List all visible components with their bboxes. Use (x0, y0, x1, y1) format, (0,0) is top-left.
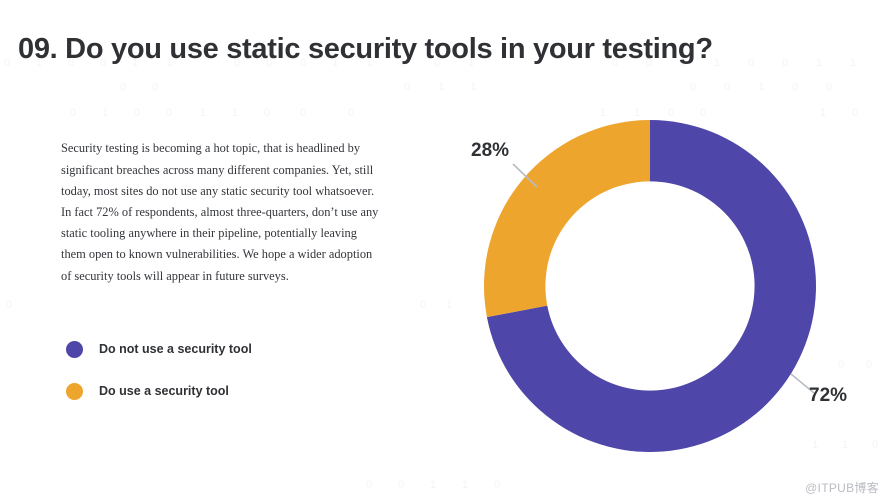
binary-digit: 0 (134, 107, 141, 119)
binary-digit: 1 (200, 107, 207, 119)
legend-item-do-use[interactable]: Do use a security tool (66, 370, 252, 412)
binary-digit: 1 (714, 57, 721, 69)
legend-swatch-orange-icon (66, 382, 83, 400)
binary-digit: 0 (6, 299, 13, 311)
legend-label-do-use: Do use a security tool (99, 384, 229, 398)
body-paragraph: Security testing is becoming a hot topic… (61, 141, 379, 283)
binary-digit: 0 (70, 107, 77, 119)
binary-digit: 0 (152, 81, 159, 93)
data-label-do-not-use-percent: 72% (809, 385, 848, 406)
page-title: 09. Do you use static security tools in … (18, 33, 713, 66)
binary-digit: 0 (748, 57, 755, 69)
binary-digit: 0 (348, 107, 355, 119)
binary-digit: 0 (264, 107, 271, 119)
slide-canvas: 0100110001100100010011000110010001001100… (0, 0, 889, 504)
legend-item-do-not-use[interactable]: Do not use a security tool (66, 328, 252, 370)
binary-digit: 1 (232, 107, 239, 119)
binary-digit: 1 (816, 57, 823, 69)
binary-digit: 0 (166, 107, 173, 119)
binary-digit: 1 (102, 107, 109, 119)
legend-label-do-not-use: Do not use a security tool (99, 342, 252, 356)
legend-swatch-purple-icon (66, 340, 83, 358)
binary-digit: 0 (120, 81, 127, 93)
donut-slices (484, 120, 816, 452)
binary-digit: 0 (4, 57, 11, 69)
binary-digit: 0 (300, 107, 307, 119)
chart-legend: Do not use a security tool Do use a secu… (66, 328, 252, 412)
binary-digit: 1 (850, 57, 857, 69)
binary-digit: 0 (782, 57, 789, 69)
data-label-do-use-percent: 28% (471, 140, 510, 161)
watermark: @ITPUB博客 (805, 481, 879, 495)
binary-digit: 0 (366, 479, 373, 491)
